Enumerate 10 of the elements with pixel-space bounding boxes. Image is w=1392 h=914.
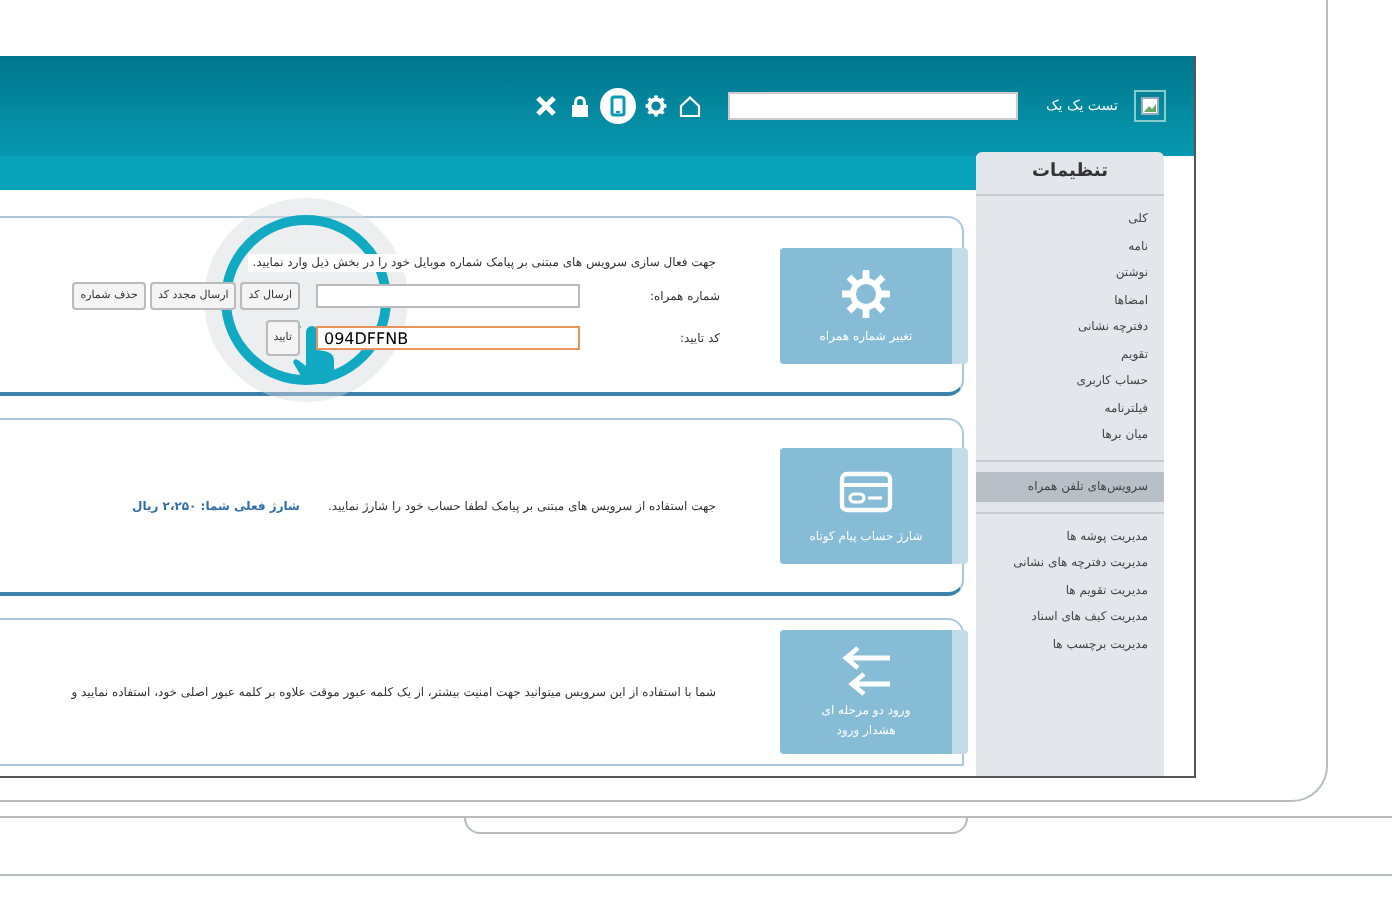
- close-icon[interactable]: [532, 92, 561, 120]
- arrows-icon: [838, 644, 894, 700]
- settings-icon[interactable]: [642, 92, 671, 120]
- search-field[interactable]: [728, 92, 1019, 120]
- tablet-icon[interactable]: [600, 88, 637, 124]
- code-field[interactable]: 094DFFNB: [316, 326, 580, 350]
- gear-icon: [838, 265, 894, 321]
- home-icon[interactable]: [676, 92, 705, 120]
- image-glyph-icon: [1140, 96, 1160, 116]
- phone-number-field[interactable]: [316, 284, 580, 308]
